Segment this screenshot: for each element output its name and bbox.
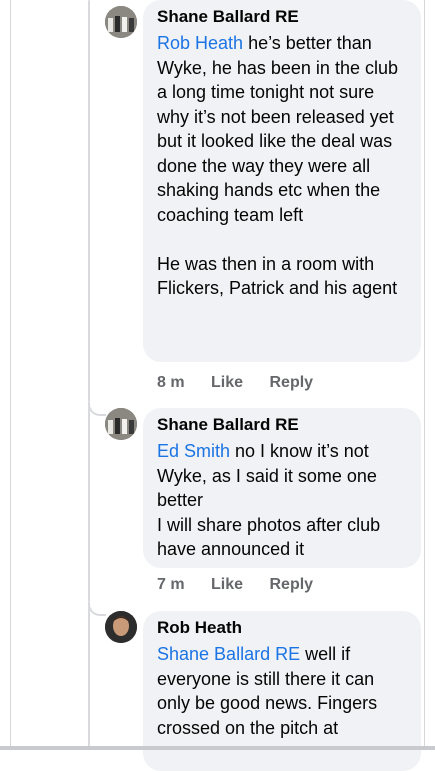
bottom-bar — [0, 746, 435, 750]
thread-line — [88, 404, 90, 602]
avatar[interactable] — [105, 6, 137, 38]
comment-actions: 8 m Like Reply — [157, 374, 335, 392]
comment: Shane Ballard RE Ed Smith no I know it’s… — [105, 408, 421, 608]
frame-border-left — [10, 0, 11, 750]
like-button[interactable]: Like — [211, 374, 243, 391]
mention-link[interactable]: Rob Heath — [157, 33, 243, 53]
thread-connector — [88, 602, 106, 616]
comment-bubble: Shane Ballard RE Rob Heath he’s better t… — [143, 0, 421, 362]
group-photo-icon — [105, 6, 137, 38]
comment-actions: 7 m Like Reply — [157, 576, 335, 594]
comment-author[interactable]: Shane Ballard RE — [157, 6, 407, 28]
thread-line — [88, 604, 90, 750]
comment-text: Ed Smith no I know it’s not Wyke, as I s… — [157, 439, 407, 562]
reply-button[interactable]: Reply — [270, 374, 314, 391]
like-button[interactable]: Like — [211, 576, 243, 593]
group-photo-icon — [105, 408, 137, 440]
frame-border-right — [424, 0, 425, 750]
thread-connector — [88, 402, 106, 416]
comment-author[interactable]: Rob Heath — [157, 617, 407, 639]
comment-body: he’s better than Wyke, he has been in th… — [157, 33, 398, 298]
timestamp[interactable]: 7 m — [157, 576, 185, 593]
comment-text: Rob Heath he’s better than Wyke, he has … — [157, 31, 407, 301]
mention-link[interactable]: Ed Smith — [157, 441, 230, 461]
thread-line — [88, 0, 90, 402]
reply-button[interactable]: Reply — [270, 576, 314, 593]
avatar[interactable] — [105, 408, 137, 440]
comment-text: Shane Ballard RE well if everyone is sti… — [157, 642, 407, 740]
comment-bubble: Shane Ballard RE Ed Smith no I know it’s… — [143, 408, 421, 568]
profile-photo-icon — [105, 611, 137, 643]
mention-link[interactable]: Shane Ballard RE — [157, 644, 300, 664]
avatar[interactable] — [105, 611, 137, 643]
comment-author[interactable]: Shane Ballard RE — [157, 414, 407, 436]
comment: Rob Heath Shane Ballard RE well if every… — [105, 611, 421, 771]
timestamp[interactable]: 8 m — [157, 374, 185, 391]
comment: Shane Ballard RE Rob Heath he’s better t… — [105, 0, 421, 392]
